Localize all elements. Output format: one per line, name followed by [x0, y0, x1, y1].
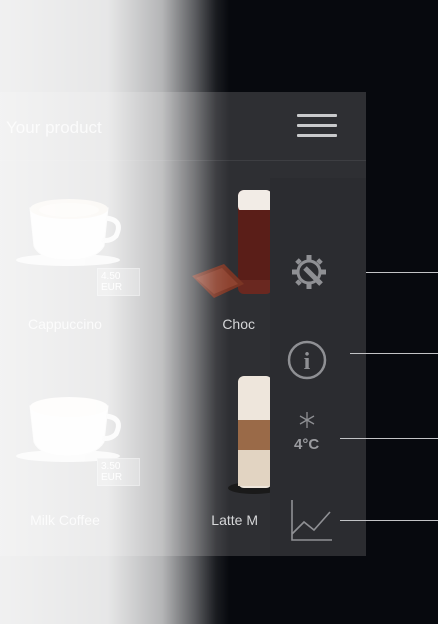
- settings-wrench-gear-icon: [292, 255, 326, 289]
- info-icon: i: [287, 340, 327, 380]
- product-tile-milk-coffee[interactable]: 3.50 EUR Milk Coffee: [0, 386, 140, 566]
- info-button[interactable]: i: [270, 328, 340, 392]
- pointer-line: [350, 353, 438, 354]
- menu-bar-icon: [297, 134, 337, 137]
- panel-header: Your product: [0, 92, 366, 161]
- product-name: Choc: [222, 316, 255, 332]
- product-name: Latte M: [211, 512, 258, 528]
- menu-bar-icon: [297, 124, 337, 127]
- latte-glass-icon: [228, 376, 276, 494]
- price-badge: 4.50 EUR: [97, 268, 140, 296]
- pointer-line: [366, 272, 438, 273]
- product-name: Milk Coffee: [30, 512, 100, 528]
- product-name: Cappuccino: [28, 316, 102, 332]
- statistics-button[interactable]: [270, 494, 340, 558]
- pointer-line: [340, 520, 438, 521]
- settings-button[interactable]: [270, 240, 340, 304]
- statistics-chart-icon: [291, 500, 332, 541]
- temperature-button[interactable]: 4°C: [270, 404, 340, 468]
- page-title: Your product: [6, 118, 102, 137]
- pointer-line: [340, 438, 438, 439]
- cappuccino-cup-icon: [16, 199, 121, 266]
- svg-text:i: i: [304, 349, 311, 375]
- menu-bar-icon: [297, 114, 337, 117]
- milk-coffee-cup-icon: [16, 397, 121, 462]
- chocolate-glass-icon: [192, 190, 272, 298]
- product-tile-cappuccino[interactable]: 4.50 EUR Cappuccino: [0, 188, 140, 368]
- hamburger-menu-button[interactable]: [297, 114, 337, 140]
- side-menu: i 4°C: [270, 178, 366, 556]
- price-badge: 3.50 EUR: [97, 458, 140, 486]
- temperature-value: 4°C: [294, 436, 320, 453]
